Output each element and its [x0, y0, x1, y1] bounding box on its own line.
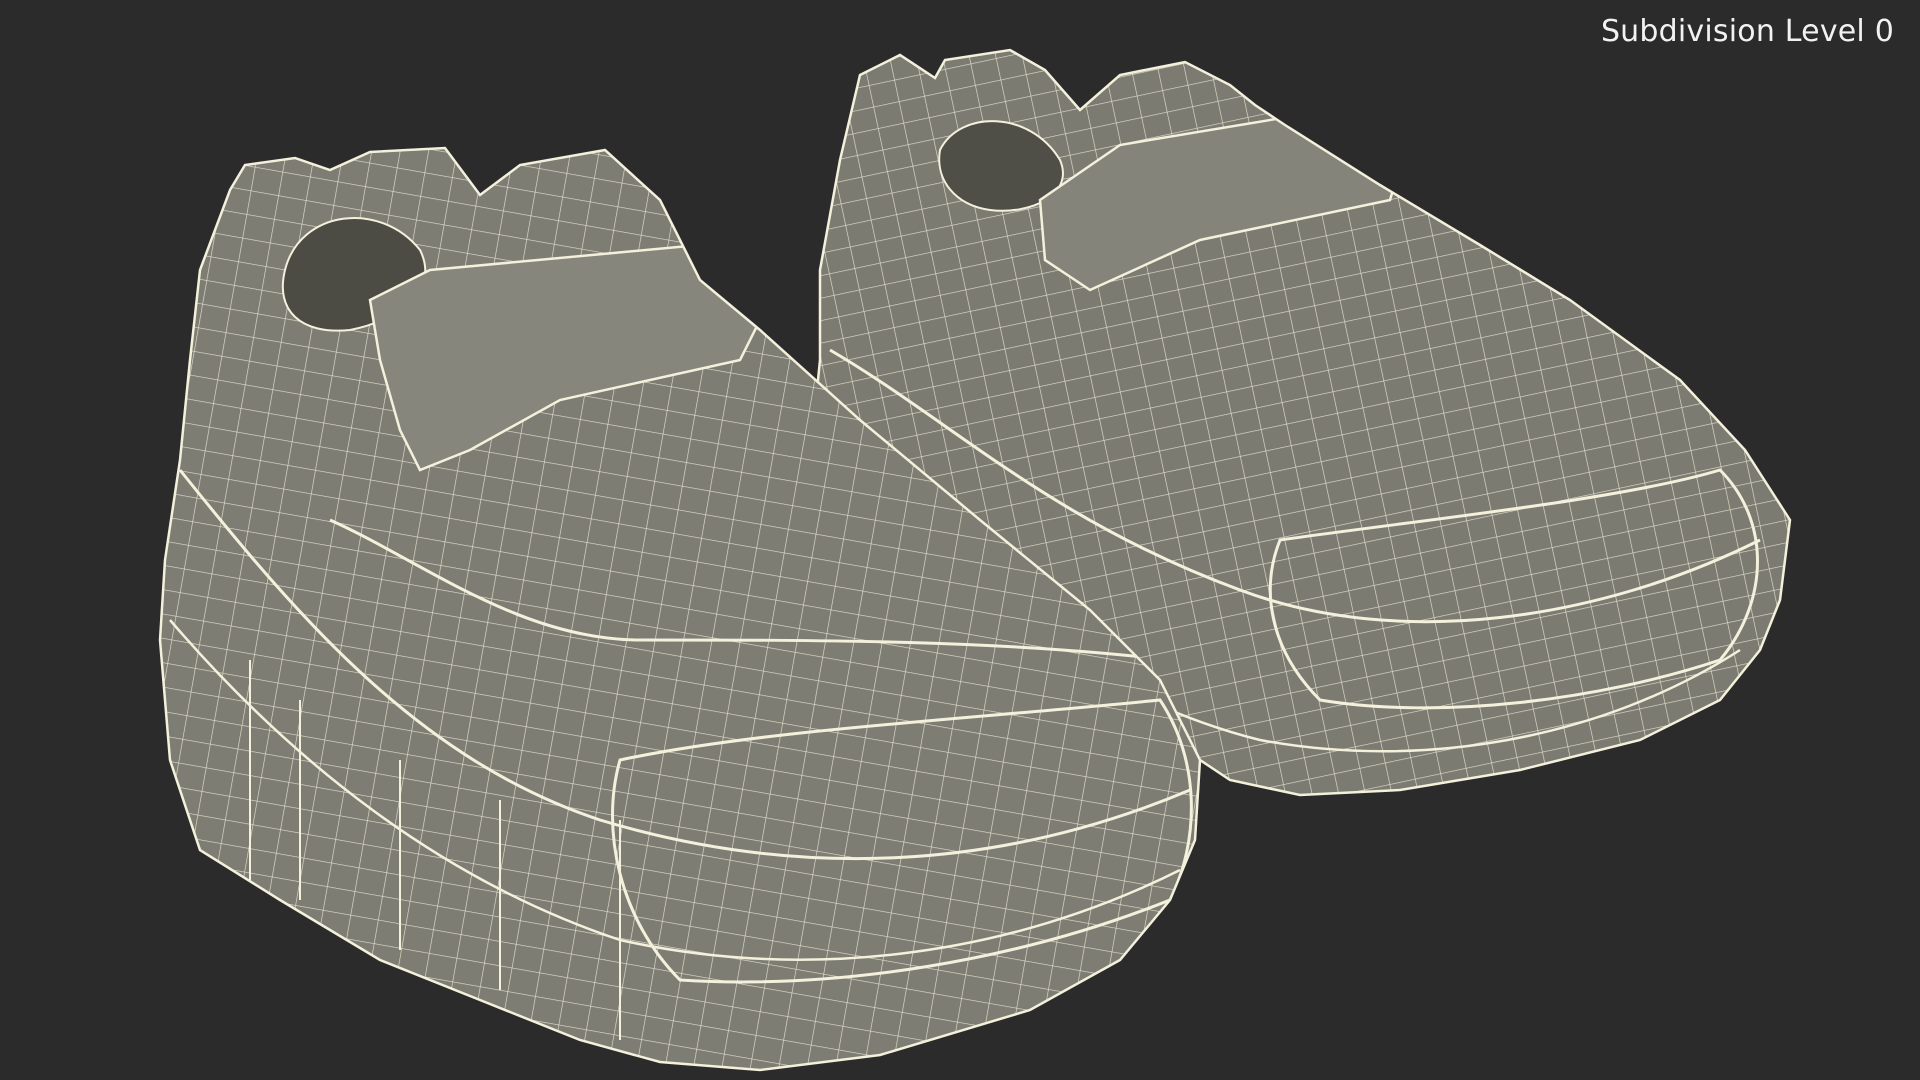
3d-viewport[interactable]: Subdivision Level 0 — [0, 0, 1920, 1080]
subdivision-level-label: Subdivision Level 0 — [1600, 14, 1894, 49]
wireframe-scene — [158, 48, 1792, 1072]
